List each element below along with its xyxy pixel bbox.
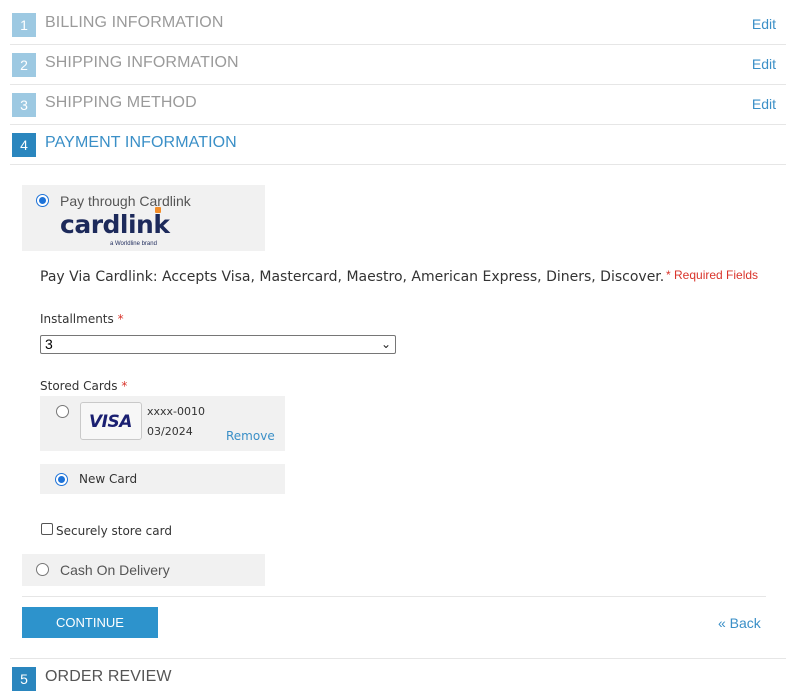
stored-card-number: xxxx-0010 [147, 405, 206, 418]
payment-description: Pay Via Cardlink: Accepts Visa, Masterca… [40, 269, 665, 285]
continue-button[interactable]: CONTINUE [22, 607, 158, 638]
edit-shipping-link[interactable]: Edit [752, 56, 776, 72]
step-billing-information: 1 BILLING INFORMATION Edit [10, 5, 786, 45]
step-order-review: 5 ORDER REVIEW [10, 658, 786, 698]
installments-label-text: Installments [40, 312, 114, 326]
installments-value: 3 [45, 336, 53, 352]
divider [22, 596, 766, 597]
cardlink-logo: cardlink [60, 207, 170, 239]
stored-cards-label-text: Stored Cards [40, 379, 118, 393]
step-title: PAYMENT INFORMATION [45, 134, 237, 151]
edit-billing-link[interactable]: Edit [752, 16, 776, 32]
stored-cards-label: Stored Cards * [40, 379, 127, 393]
step-number: 2 [12, 53, 36, 77]
step-title: ORDER REVIEW [45, 668, 172, 685]
cod-radio[interactable] [36, 563, 49, 576]
step-title: SHIPPING METHOD [45, 94, 197, 111]
cod-option-label[interactable]: Cash On Delivery [60, 562, 170, 578]
required-star: * [121, 379, 128, 393]
visa-brand-text: VISA [89, 412, 132, 432]
remove-card-link[interactable]: Remove [226, 429, 275, 443]
cardlink-logo-subtitle: a Worldline brand [110, 241, 157, 247]
stored-card-radio[interactable] [56, 405, 69, 418]
installments-select[interactable]: 3 ⌄ [40, 335, 396, 354]
new-card-radio[interactable] [55, 473, 68, 486]
step-number: 3 [12, 93, 36, 117]
new-card-label[interactable]: New Card [79, 472, 137, 486]
step-title: SHIPPING INFORMATION [45, 54, 239, 71]
cardlink-logo-text: cardlink [60, 210, 170, 239]
step-number: 1 [12, 13, 36, 37]
new-card-box[interactable] [40, 464, 285, 494]
store-card-checkbox[interactable] [41, 523, 53, 535]
stored-card-expiry: 03/2024 [147, 425, 193, 438]
step-shipping-information: 2 SHIPPING INFORMATION Edit [10, 45, 786, 85]
edit-shipping-method-link[interactable]: Edit [752, 96, 776, 112]
cardlink-option-label[interactable]: Pay through Cardlink [60, 193, 191, 209]
step-payment-information: 4 PAYMENT INFORMATION [10, 125, 786, 165]
installments-label: Installments * [40, 312, 124, 326]
step-title: BILLING INFORMATION [45, 14, 224, 31]
step-number: 4 [12, 133, 36, 157]
required-fields-note: * Required Fields [666, 268, 759, 282]
cardlink-radio[interactable] [36, 194, 49, 207]
step-number: 5 [12, 667, 36, 691]
required-star: * [117, 312, 124, 326]
step-shipping-method: 3 SHIPPING METHOD Edit [10, 85, 786, 125]
store-card-label[interactable]: Securely store card [56, 524, 172, 538]
back-link[interactable]: « Back [718, 615, 761, 631]
cardlink-logo-dot [155, 207, 161, 213]
visa-card-icon: VISA [80, 402, 142, 440]
chevron-down-icon: ⌄ [380, 337, 391, 351]
